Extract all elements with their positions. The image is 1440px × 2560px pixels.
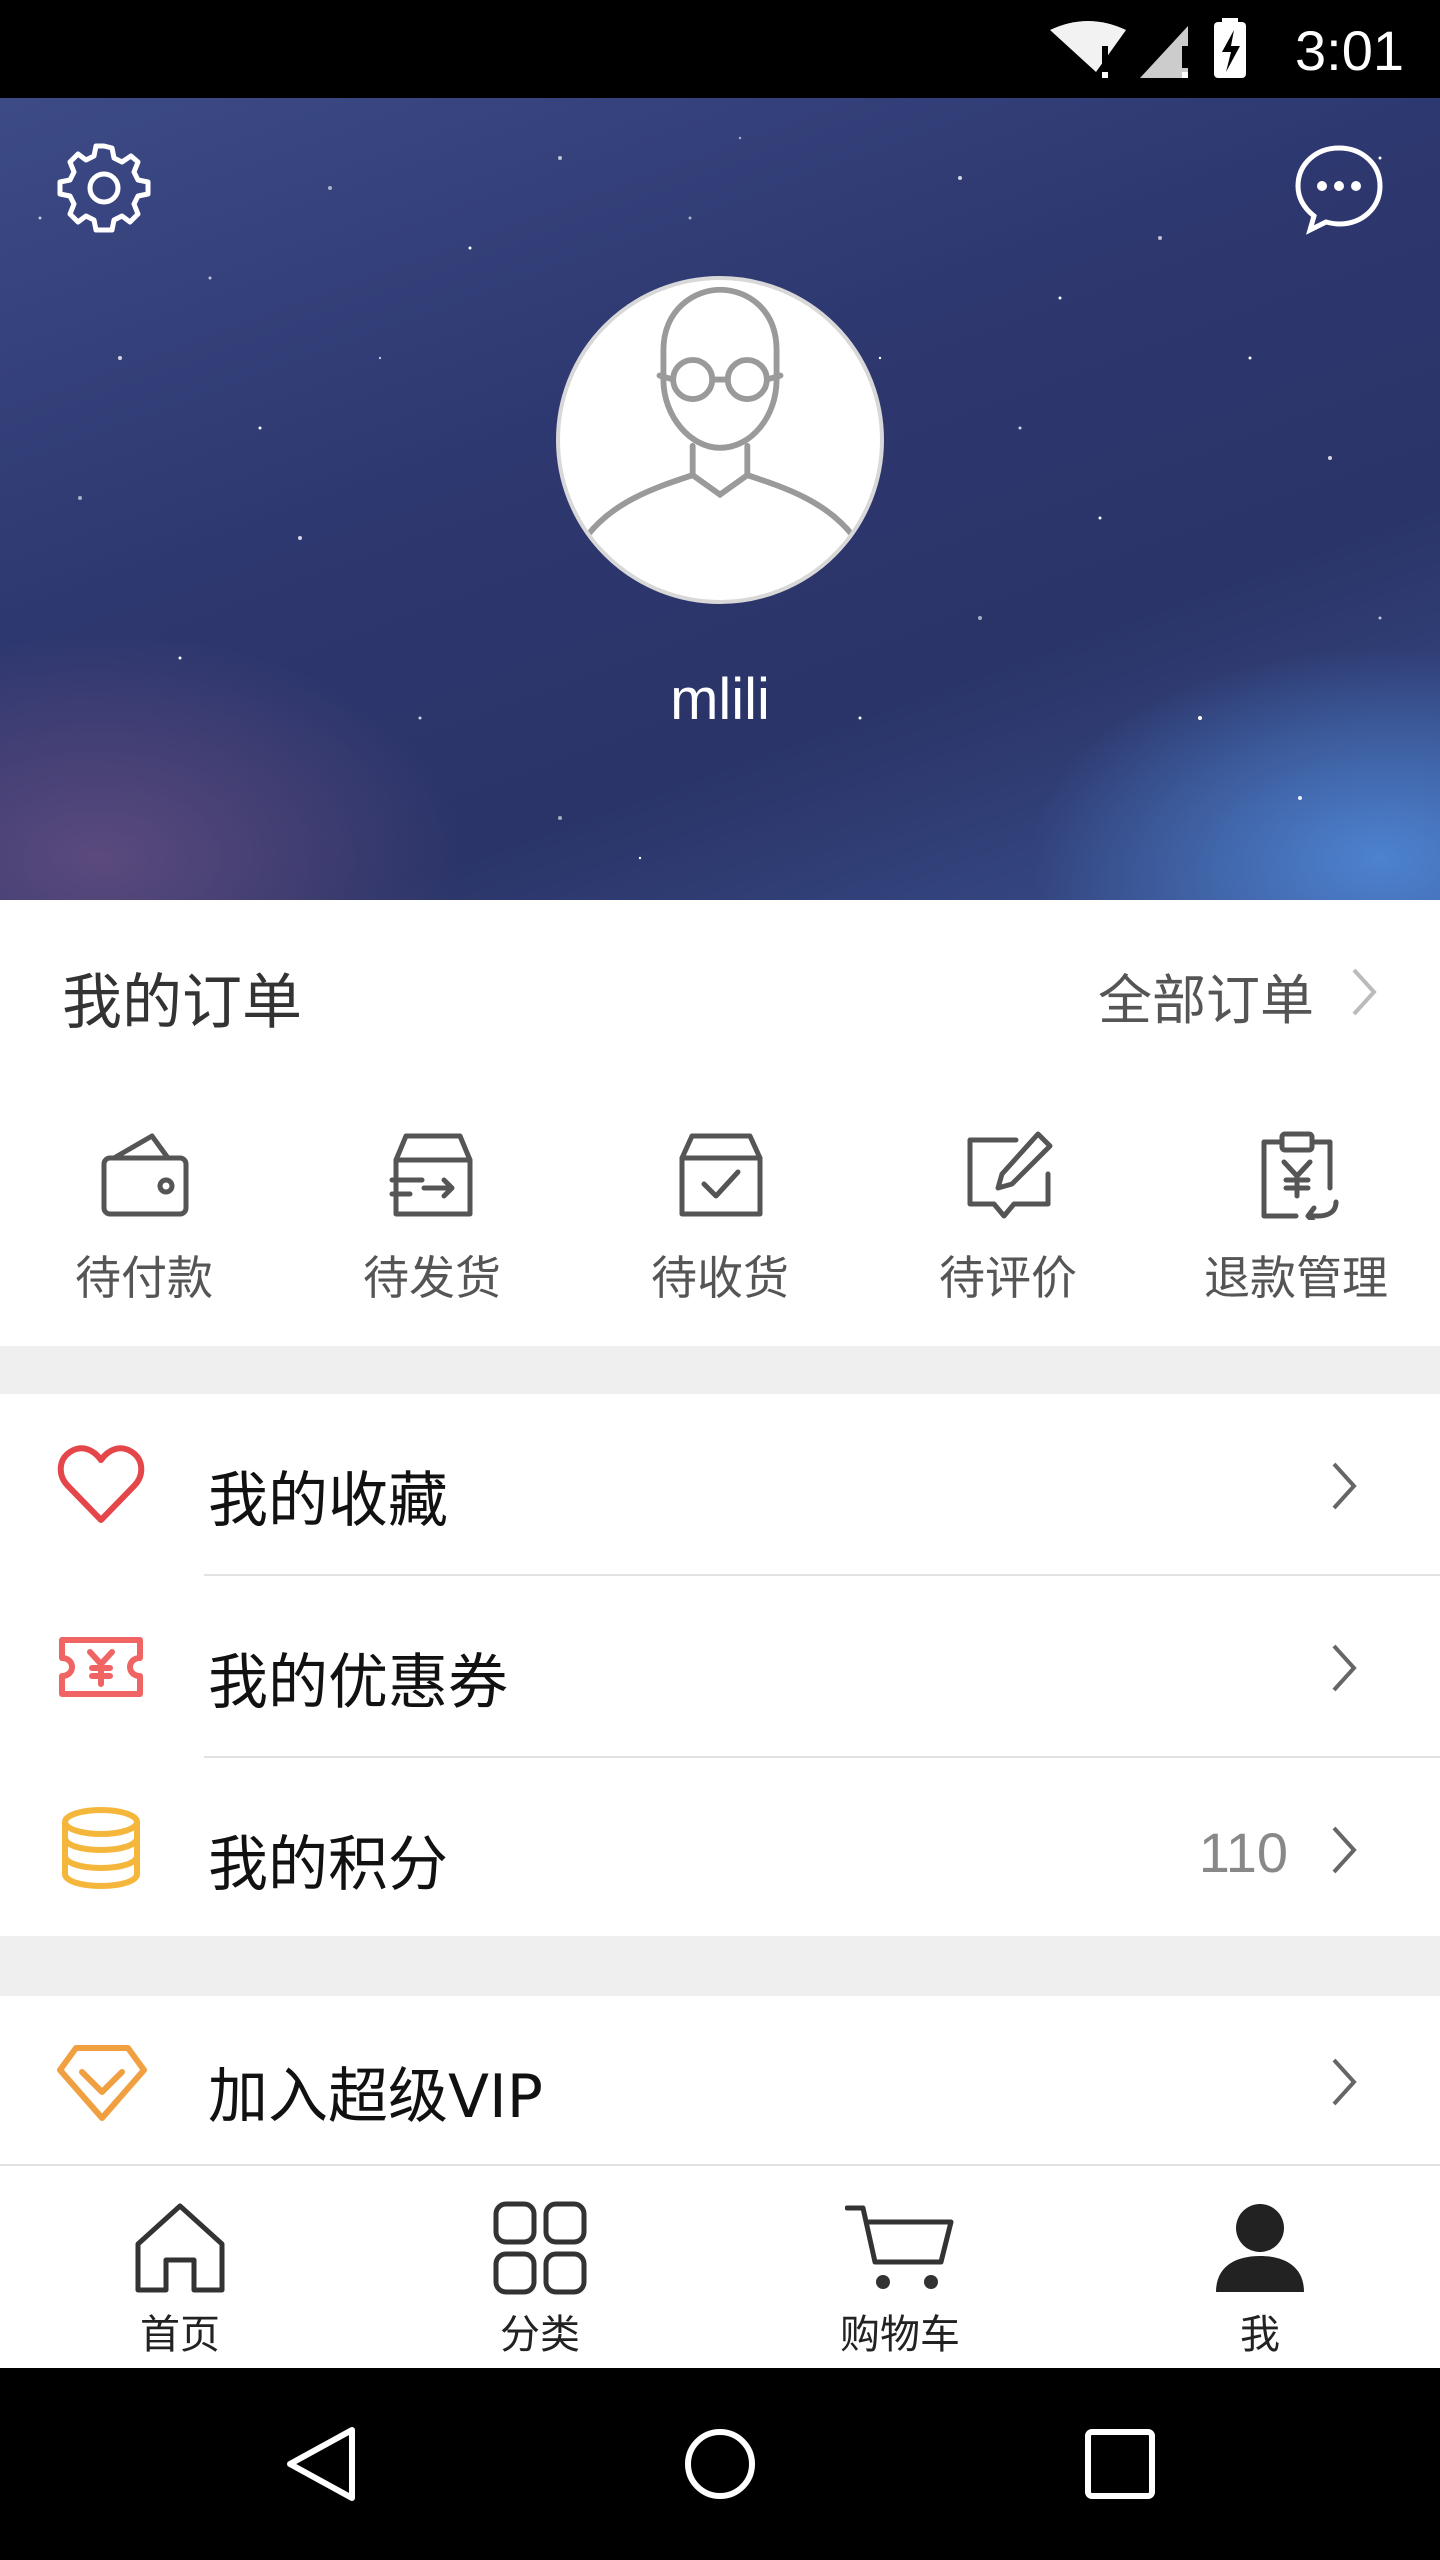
wallet-icon (101, 1133, 189, 1217)
chevron-right-icon (1332, 2058, 1357, 2106)
home-icon (135, 2203, 225, 2293)
message-bubble-icon[interactable] (1292, 142, 1386, 236)
tab-label: 首页 (140, 2312, 220, 2358)
section-divider (0, 1346, 1440, 1394)
status-bar: 3:01 (0, 0, 1440, 98)
menu-item-label: 我的优惠券 (208, 1648, 508, 1718)
cart-icon (845, 2205, 954, 2289)
recents-square-icon[interactable] (1080, 2424, 1160, 2504)
vip-label: 加入超级VIP (208, 2062, 543, 2132)
order-item-label: 退款管理 (1204, 1251, 1388, 1305)
system-nav-bar (0, 2368, 1440, 2560)
menu-item-favorites[interactable]: 我的收藏 (0, 1394, 1440, 1576)
status-time: 3:01 (1295, 19, 1404, 82)
menu-item-coupons[interactable]: 我的优惠券 (0, 1576, 1440, 1758)
menu-item-label: 我的积分 (208, 1830, 448, 1900)
diamond-icon (57, 2045, 147, 2121)
order-item-label: 待发货 (363, 1251, 501, 1305)
refund-clipboard-icon (1261, 1131, 1339, 1220)
points-value: 110 (1198, 1821, 1288, 1884)
profile-header: mlili (0, 98, 1440, 900)
orders-section: 我的订单 全部订单 待付款 待发货 待收货 待评价 退款管理 (0, 900, 1440, 1346)
order-item-pending-shipment[interactable]: 待发货 (288, 1130, 576, 1330)
section-divider (0, 1936, 1440, 1996)
tab-home[interactable]: 首页 (0, 2166, 360, 2368)
person-icon (1216, 2204, 1304, 2292)
default-avatar-icon (584, 286, 856, 539)
menu-item-join-vip[interactable]: 加入超级VIP (0, 1996, 1440, 2166)
edit-comment-icon (967, 1131, 1053, 1219)
chevron-right-icon (1332, 1826, 1357, 1874)
order-item-pending-payment[interactable]: 待付款 (0, 1130, 288, 1330)
heart-icon (57, 1445, 145, 1523)
order-item-refund[interactable]: 退款管理 (1152, 1130, 1440, 1330)
orders-title: 我的订单 (62, 968, 302, 1038)
order-item-label: 待付款 (75, 1251, 213, 1305)
menu-item-label: 我的收藏 (208, 1466, 448, 1536)
coins-icon (62, 1807, 140, 1890)
chevron-right-icon[interactable] (1344, 962, 1384, 1022)
tab-cart[interactable]: 购物车 (720, 2166, 1080, 2368)
all-orders-link[interactable]: 全部订单 (1098, 956, 1314, 1035)
menu-list: 我的收藏 我的优惠券 我的积分 110 (0, 1394, 1440, 1936)
box-ship-icon (389, 1133, 473, 1217)
order-item-label: 待收货 (651, 1251, 789, 1305)
menu-item-points[interactable]: 我的积分 110 (0, 1758, 1440, 1940)
order-item-pending-review[interactable]: 待评价 (864, 1130, 1152, 1330)
grid-icon (493, 2201, 587, 2295)
bottom-tab-bar: 首页 分类 购物车 我 (0, 2166, 1440, 2368)
avatar[interactable] (556, 276, 884, 604)
order-item-pending-receipt[interactable]: 待收货 (576, 1130, 864, 1330)
settings-gear-icon[interactable] (56, 140, 152, 236)
coupon-icon (59, 1637, 143, 1697)
tab-category[interactable]: 分类 (360, 2166, 720, 2368)
order-item-label: 待评价 (939, 1251, 1077, 1305)
box-check-icon (679, 1133, 763, 1217)
tab-me[interactable]: 我 (1080, 2166, 1440, 2368)
back-icon[interactable] (282, 2424, 362, 2504)
signal-wifi-battery-icons (1050, 18, 1246, 78)
chevron-right-icon (1332, 1462, 1357, 1510)
chevron-right-icon (1332, 1644, 1357, 1692)
tab-label: 我 (1240, 2312, 1280, 2358)
home-circle-icon[interactable] (680, 2424, 760, 2504)
tab-label: 购物车 (840, 2312, 960, 2358)
tab-label: 分类 (500, 2312, 580, 2358)
username: mlili (670, 667, 770, 732)
